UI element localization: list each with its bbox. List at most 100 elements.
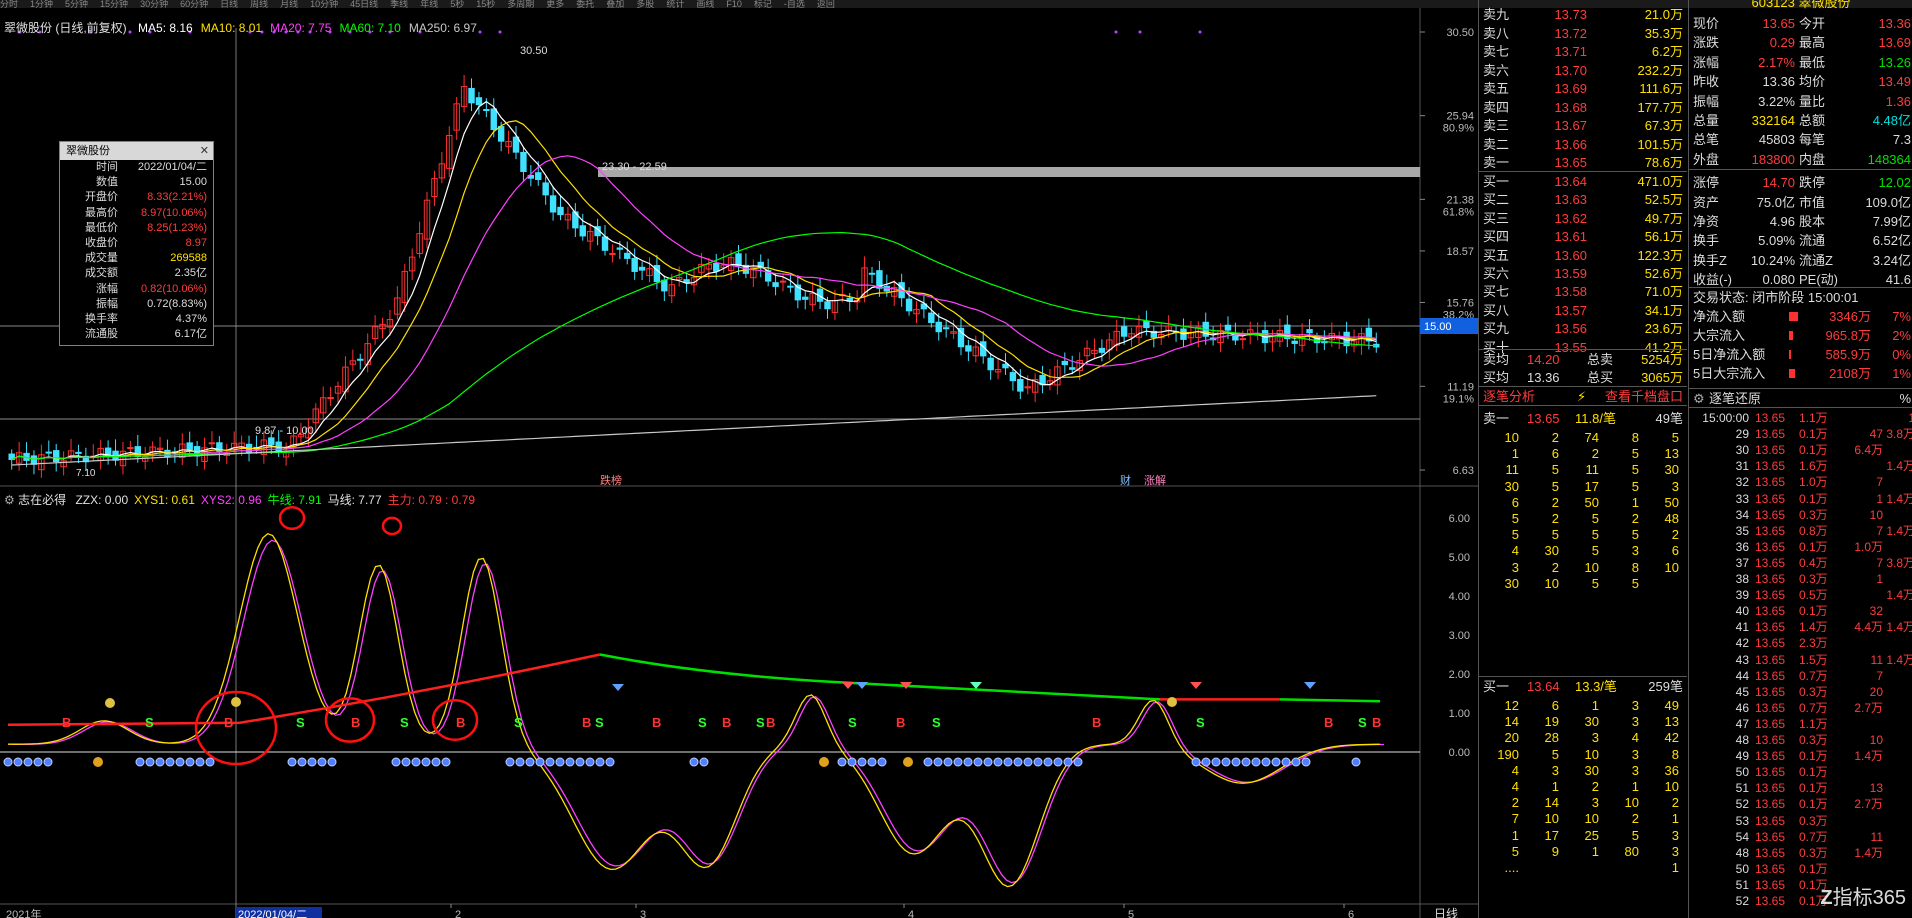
toolbar-item[interactable]: 1分钟 — [30, 0, 53, 8]
signal-dot-icon — [1191, 757, 1201, 767]
order-size: 50 — [1664, 494, 1679, 510]
buy-signal: B — [652, 715, 661, 730]
zhubi-bid-row: 14 19 30 3 13 — [1479, 714, 1687, 730]
candle-body — [905, 298, 913, 312]
x-axis-label: 2 — [455, 909, 461, 918]
crossbox-value: 8.33(2.21%) — [147, 191, 207, 204]
toolbar-item[interactable]: 周线 — [250, 0, 268, 8]
level-name: 卖七 — [1483, 44, 1510, 59]
zhubi-title[interactable]: 逐笔分析 — [1483, 387, 1535, 407]
chart-area[interactable]: 30.50 25.94 80.9% 21.38 61.8% 18.57 15.76 38.2%… — [0, 8, 1478, 918]
toolbar-item[interactable]: 标记 — [754, 0, 772, 8]
tick-row: 47 13.65 1.1万 — [1689, 716, 1912, 732]
event-tag[interactable]: 涨解 — [1144, 473, 1166, 487]
toolbar-item[interactable]: 多股 — [636, 0, 654, 8]
toolbar-items[interactable]: 分时 1分钟 5分钟 15分钟 30分钟 60分钟 日线 周线 月线 10分钟 45日线 季线 年线 5秒… — [0, 0, 847, 8]
tick-price: 13.65 — [1755, 781, 1786, 796]
ask-level[interactable]: 卖四 13.68 177.7万 — [1479, 99, 1687, 117]
tick-panel[interactable]: ⚙ 逐笔还原 % 15:00:00 13.65 1.1万 1 29 13.65 0.1万 47… — [1688, 388, 1912, 918]
bid-level[interactable]: 买八 13.57 34.1万 — [1479, 302, 1687, 320]
toolbar-item[interactable]: 画线 — [696, 0, 714, 8]
crossbox-value: 0.82(10.06%) — [140, 282, 207, 295]
ticks-title[interactable]: 逐笔还原 — [1709, 389, 1761, 409]
toolbar-item[interactable]: 10分钟 — [310, 0, 338, 8]
bid-level[interactable]: 买六 13.59 52.6万 — [1479, 265, 1687, 283]
zhubi-count: 49笔 — [1655, 411, 1683, 426]
tick-time: 42 — [1735, 636, 1749, 651]
toolbar-item[interactable]: 月线 — [280, 0, 298, 8]
toolbar-item[interactable]: 叠加 — [606, 0, 624, 8]
order-size: 10 — [1544, 811, 1559, 827]
ask-level[interactable]: 卖六 13.70 232.2万 — [1479, 62, 1687, 80]
toolbar-item[interactable]: 60分钟 — [180, 0, 208, 8]
event-tag[interactable]: 跌榜 — [600, 473, 622, 487]
toolbar-item[interactable]: 分时 — [0, 0, 18, 8]
toolbar-item[interactable]: F10 — [726, 0, 742, 8]
quote-row: 振幅 3.22% 量比 1.36 — [1689, 92, 1912, 111]
candle-body — [942, 327, 950, 330]
ask-level[interactable]: 卖三 13.67 67.3万 — [1479, 117, 1687, 135]
level-volume: 232.2万 — [1637, 62, 1683, 78]
settings-icon[interactable]: ⚙ — [1693, 389, 1705, 409]
bid-level[interactable]: 买七 13.58 71.0万 — [1479, 283, 1687, 301]
toolbar-item[interactable]: 统计 — [666, 0, 684, 8]
order-size: 13 — [1664, 714, 1679, 730]
ask-level[interactable]: 卖七 13.71 6.2万 — [1479, 43, 1687, 61]
ask-level[interactable]: 卖二 13.66 101.5万 — [1479, 136, 1687, 154]
toolbar-item[interactable]: 年线 — [420, 0, 438, 8]
signal-dot-icon — [595, 757, 605, 767]
candle-body — [1061, 360, 1069, 366]
sell-signal: S — [145, 715, 154, 730]
tick-time: 54 — [1735, 829, 1749, 844]
toolbar-item[interactable]: 委托 — [576, 0, 594, 8]
toolbar-item[interactable]: 5分钟 — [65, 0, 88, 8]
kline-chart[interactable]: 30.5025.9480.9%21.3861.8%18.5715.7638.2%… — [0, 8, 1478, 918]
order-size: 11 — [1585, 462, 1600, 478]
quote-value: 13.69 — [1878, 35, 1911, 51]
order-size: 8 — [1631, 559, 1639, 575]
toolbar-item[interactable]: 日线 — [220, 0, 238, 8]
zhubi-header: 逐笔分析 ⚡ 查看千档盘口 — [1479, 386, 1687, 406]
toolbar-item[interactable]: 季线 — [390, 0, 408, 8]
ask-level[interactable]: 卖九 13.73 21.0万 — [1479, 6, 1687, 24]
toolbar-item[interactable]: -自选 — [784, 0, 805, 8]
bid-level[interactable]: 买一 13.64 471.0万 — [1479, 173, 1687, 191]
toolbar-item[interactable]: 15秒 — [476, 0, 495, 8]
close-icon[interactable]: ✕ — [200, 142, 209, 160]
order-book-panel: 卖九 13.73 21.0万 卖八 13.72 35.3万 卖七 13.71 6.2万 卖六 13.… — [1478, 0, 1688, 918]
crossbox-value: 6.17亿 — [174, 328, 207, 341]
gear-icon[interactable]: ⚙ — [4, 493, 15, 507]
toolbar-item[interactable]: 45日线 — [350, 0, 378, 8]
tick-time: 51 — [1735, 877, 1749, 892]
tick-time: 51 — [1735, 781, 1749, 796]
toolbar-item[interactable]: 返回 — [817, 0, 835, 8]
toolbar-item[interactable]: 30分钟 — [140, 0, 168, 8]
bid-level[interactable]: 买五 13.60 122.3万 — [1479, 247, 1687, 265]
indicator-axis-label: 3.00 — [1449, 630, 1470, 642]
ask-level[interactable]: 卖一 13.65 78.6万 — [1479, 154, 1687, 172]
bid-level[interactable]: 买二 13.63 52.5万 — [1479, 191, 1687, 209]
bid-level[interactable]: 买四 13.61 56.1万 — [1479, 228, 1687, 246]
quote-key: 资产 — [1693, 194, 1720, 210]
tick-volume: 0.3万 — [1799, 507, 1828, 522]
bid-level[interactable]: 买九 13.56 23.6万 — [1479, 320, 1687, 338]
bid-level[interactable]: 买三 13.62 49.7万 — [1479, 210, 1687, 228]
indicator-name[interactable]: 志在必得 — [18, 493, 66, 507]
percent-icon[interactable]: % — [1899, 389, 1911, 409]
toolbar-item[interactable]: 更多 — [546, 0, 564, 8]
event-tag[interactable]: 财 — [1120, 473, 1131, 487]
sell-signal: S — [698, 715, 707, 730]
quote-key: 振幅 — [1693, 93, 1720, 109]
ask-level[interactable]: 卖五 13.69 111.6万 — [1479, 80, 1687, 98]
toolbar-item[interactable]: 5秒 — [450, 0, 464, 8]
toolbar-item[interactable]: 15分钟 — [100, 0, 128, 8]
highlight-circle — [278, 505, 306, 531]
toolbar-item[interactable]: 多周期 — [507, 0, 534, 8]
view-depth-link[interactable]: 查看千档盘口 — [1605, 387, 1683, 407]
avg-price: 13.36 — [1527, 370, 1560, 385]
period-label[interactable]: 日线 — [1434, 907, 1458, 918]
crossbox-row: 最低价 8.25(1.23%) — [60, 221, 213, 236]
signal-dot-icon — [13, 757, 23, 767]
ask-level[interactable]: 卖八 13.72 35.3万 — [1479, 25, 1687, 43]
tick-row: 50 13.65 0.1万 — [1689, 861, 1912, 877]
